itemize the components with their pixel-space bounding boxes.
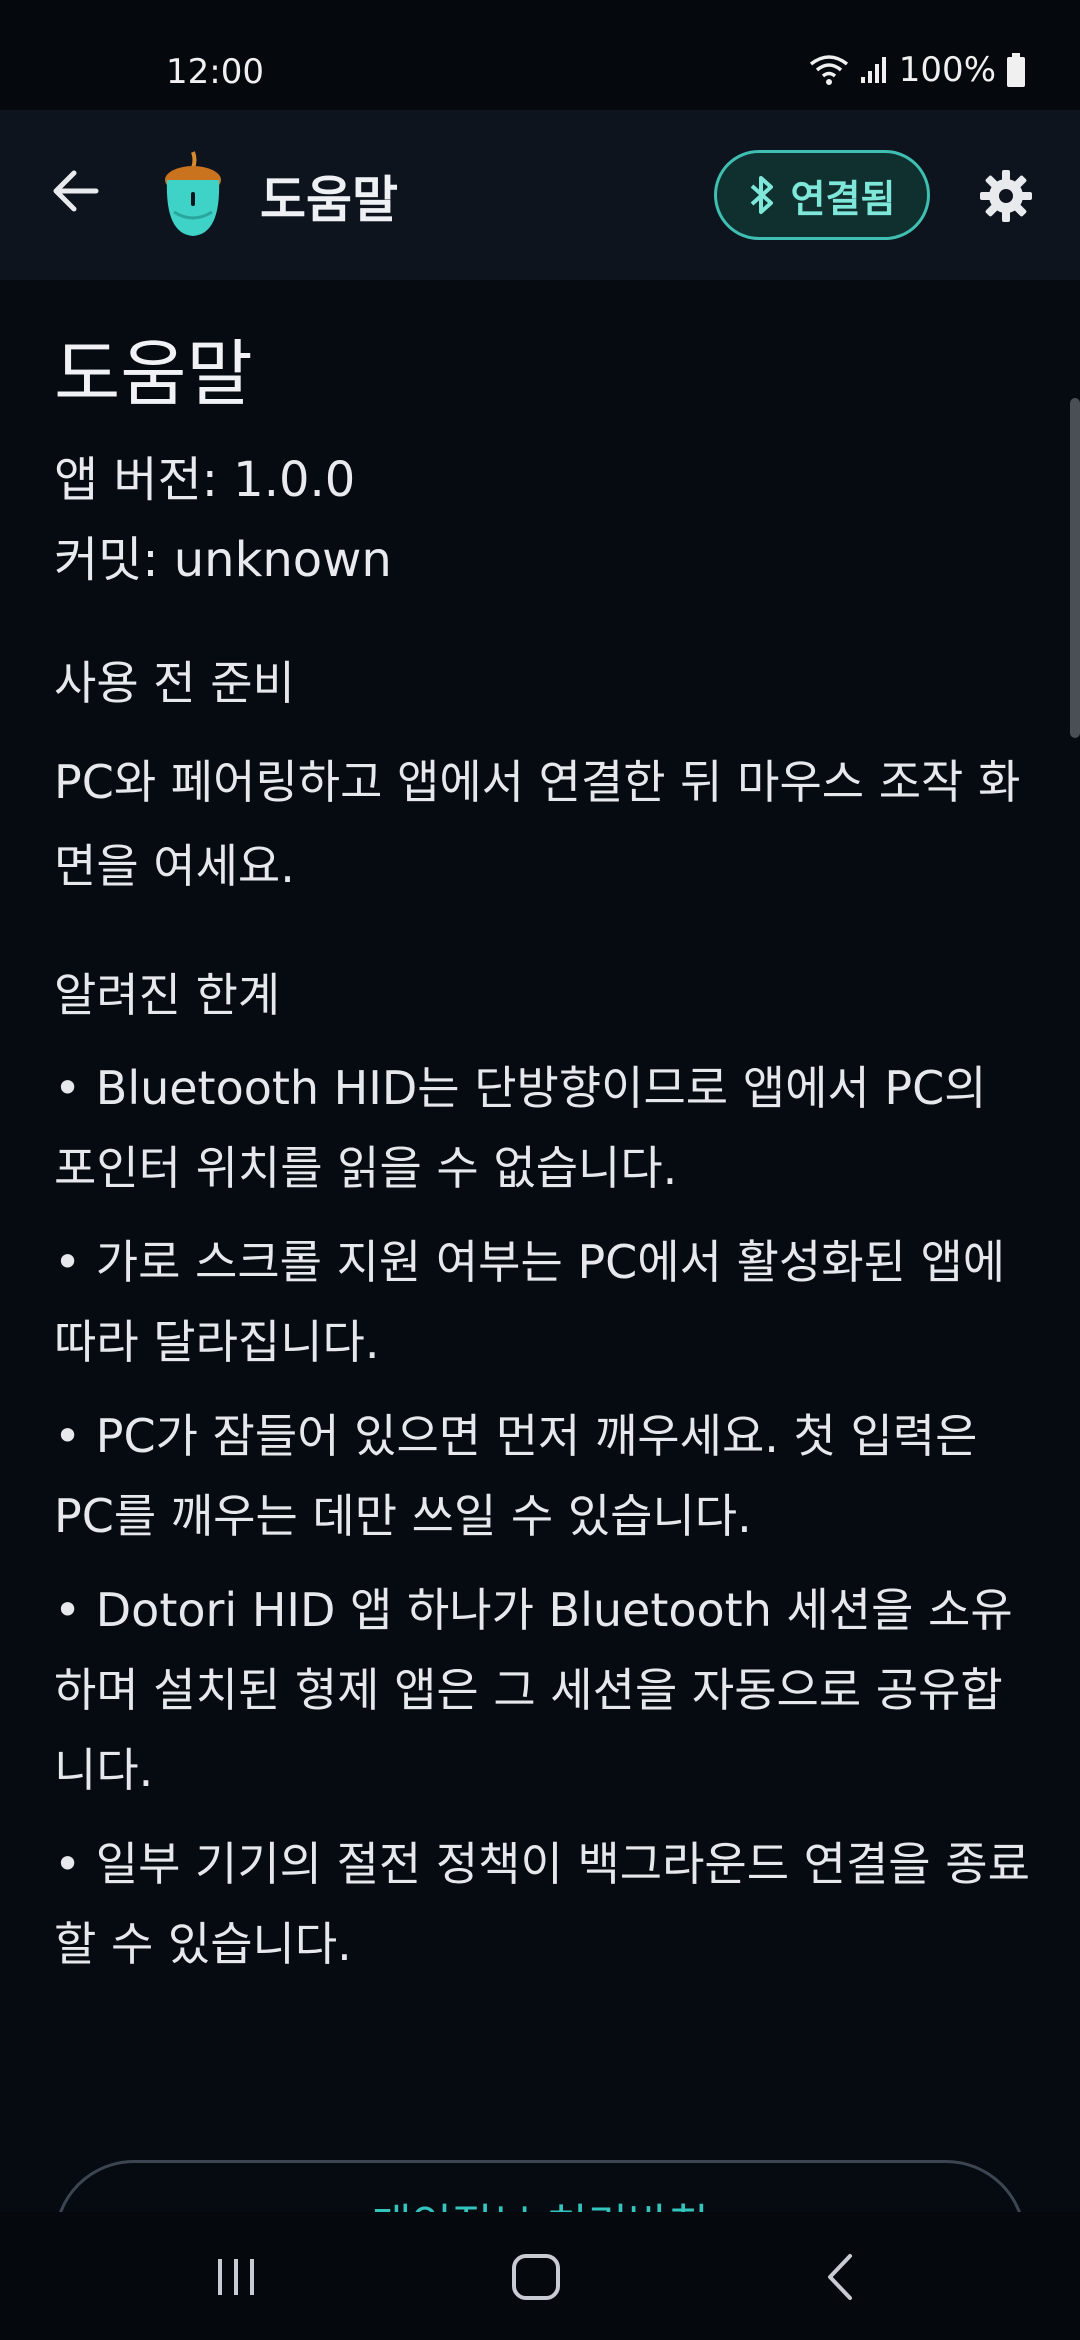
help-content: 도움말 앱 버전: 1.0.0 커밋: unknown 사용 전 준비 PC와 … bbox=[54, 280, 1034, 1984]
app-bar-title: 도움말 bbox=[260, 171, 398, 229]
prep-section-title: 사용 전 준비 bbox=[54, 656, 295, 710]
cellular-signal-icon bbox=[859, 55, 889, 85]
commit-info: 커밋: unknown bbox=[54, 532, 392, 588]
status-time: 12:00 bbox=[166, 52, 264, 92]
wifi-icon bbox=[809, 54, 849, 86]
back-button[interactable] bbox=[44, 160, 106, 222]
bluetooth-icon bbox=[750, 176, 773, 214]
home-button[interactable] bbox=[496, 2242, 576, 2312]
app-bar: 도움말 연결됨 bbox=[0, 110, 1080, 280]
battery-icon bbox=[1006, 53, 1026, 87]
recent-apps-icon bbox=[218, 2259, 254, 2295]
connection-status-chip[interactable]: 연결됨 bbox=[714, 150, 930, 240]
back-icon bbox=[828, 2254, 852, 2300]
limit-item: • PC가 잠들어 있으면 먼저 깨우세요. 첫 입력은 PC를 깨우는 데만 … bbox=[54, 1409, 978, 1543]
app-version: 앱 버전: 1.0.0 bbox=[54, 452, 356, 508]
connection-status-label: 연결됨 bbox=[790, 176, 896, 221]
scrollbar[interactable] bbox=[1070, 398, 1080, 738]
prep-section-text: PC와 페어링하고 앱에서 연결한 뒤 마우스 조작 화면을 여세요. bbox=[54, 755, 1021, 893]
app-logo-icon bbox=[160, 150, 226, 240]
back-arrow-icon bbox=[53, 170, 99, 212]
limit-item: • 일부 기기의 절전 정책이 백그라운드 연결을 종료할 수 있습니다. bbox=[54, 1837, 1030, 1971]
battery-percent: 100% bbox=[898, 50, 996, 90]
home-icon bbox=[512, 2254, 560, 2300]
version-info: 앱 버전: 1.0.0 커밋: unknown bbox=[54, 440, 1034, 600]
limit-item: • Bluetooth HID는 단방향이므로 앱에서 PC의 포인터 위치를 … bbox=[54, 1061, 987, 1195]
status-indicators: 100% bbox=[809, 50, 1026, 90]
limit-item: • 가로 스크롤 지원 여부는 PC에서 활성화된 앱에 따라 달라집니다. bbox=[54, 1235, 1006, 1369]
system-back-button[interactable] bbox=[800, 2242, 880, 2312]
gear-icon bbox=[980, 170, 1032, 222]
limits-list: • Bluetooth HID는 단방향이므로 앱에서 PC의 포인터 위치를 … bbox=[54, 1048, 1034, 1984]
system-nav-bar bbox=[0, 2212, 1080, 2340]
recent-apps-button[interactable] bbox=[196, 2242, 276, 2312]
limits-section-title: 알려진 한계 bbox=[54, 968, 281, 1022]
status-bar: 12:00 100% bbox=[0, 0, 1080, 110]
settings-button[interactable] bbox=[976, 166, 1036, 226]
page-title: 도움말 bbox=[54, 332, 253, 416]
limit-item: • Dotori HID 앱 하나가 Bluetooth 세션을 소유하며 설치… bbox=[54, 1583, 1013, 1797]
